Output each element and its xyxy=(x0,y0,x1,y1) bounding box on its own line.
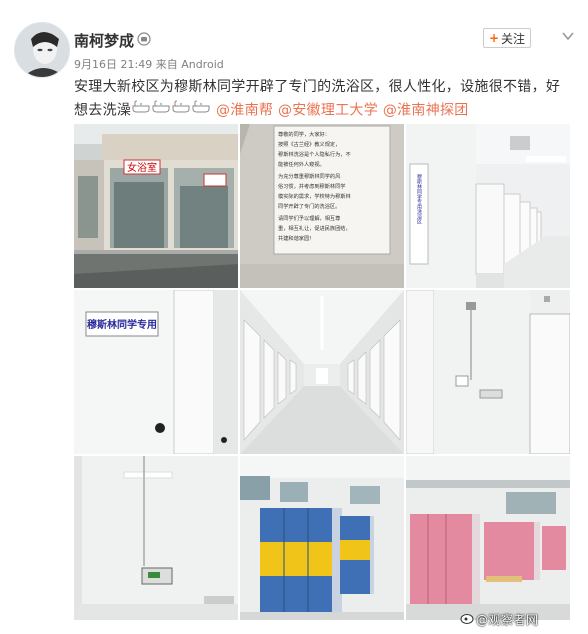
follow-label: 关注 xyxy=(501,31,526,46)
mention-tag-1[interactable]: @淮南帮 xyxy=(216,103,273,119)
svg-text:俗习惯，并考虑到穆斯林同学: 俗习惯，并考虑到穆斯林同学 xyxy=(278,182,345,190)
svg-text:共建和谐家园！: 共建和谐家园！ xyxy=(278,234,314,242)
photo-7[interactable] xyxy=(74,456,238,620)
vip-icon xyxy=(137,32,151,46)
post-meta: 9月16日 21:49 来自 Android xyxy=(74,56,224,72)
svg-text:为充分尊重穆斯林同学的风: 为充分尊重穆斯林同学的风 xyxy=(278,172,341,180)
plus-icon: + xyxy=(488,31,500,45)
post-time[interactable]: 9月16日 21:49 xyxy=(74,58,152,71)
photo-4[interactable]: 穆斯林同学专用 xyxy=(74,290,238,454)
photo-9[interactable] xyxy=(406,456,570,620)
source-prefix: 来自 xyxy=(155,58,178,71)
post-text: 安理大新校区为穆斯林同学开辟了专门的洗浴区，很人性化，设施很不错，好想去洗澡 @… xyxy=(74,76,574,123)
username[interactable]: 南柯梦成 xyxy=(74,30,134,51)
mention-tag-2[interactable]: @安徽理工大学 xyxy=(278,103,378,119)
bathtub-icon xyxy=(152,99,170,122)
avatar[interactable] xyxy=(14,22,70,78)
photo-3[interactable]: 穆斯林同学专用洗浴区 xyxy=(406,124,570,288)
bathtub-icon xyxy=(132,99,150,122)
svg-text:穆斯林洗浴是个人隐私行为，不: 穆斯林洗浴是个人隐私行为，不 xyxy=(278,150,351,158)
chevron-down-icon[interactable] xyxy=(560,30,576,42)
follow-button[interactable]: + 关注 xyxy=(483,28,531,48)
photo-5[interactable] xyxy=(240,290,404,454)
svg-text:同学开辟了专门的洗浴区。: 同学开辟了专门的洗浴区。 xyxy=(278,202,340,210)
photo-2[interactable]: 尊敬的同学，大家好： 按照《古兰经》教义规定， 穆斯林洗浴是个人隐私行为，不 能… xyxy=(240,124,404,288)
bathtub-icon xyxy=(192,99,210,122)
svg-text:能被任何外人窥视。: 能被任何外人窥视。 xyxy=(278,160,325,168)
svg-text:尊敬的同学，大家好：: 尊敬的同学，大家好： xyxy=(278,130,330,138)
weibo-logo-icon xyxy=(460,614,474,624)
muslim-bath-sign: 穆斯林同学专用洗浴区 xyxy=(416,173,422,224)
muslim-only-sign: 穆斯林同学专用 xyxy=(87,318,157,331)
photo-1[interactable]: 女浴室 xyxy=(74,124,238,288)
mention-tag-3[interactable]: @淮南神探团 xyxy=(383,103,469,119)
svg-text:模实际的需求，学校特为穆斯林: 模实际的需求，学校特为穆斯林 xyxy=(278,192,351,200)
svg-text:重，相互礼让，促进民族团结，: 重，相互礼让，促进民族团结， xyxy=(278,224,351,232)
photo-6[interactable] xyxy=(406,290,570,454)
svg-text:请同学们予以理解，相互尊: 请同学们予以理解，相互尊 xyxy=(278,214,340,222)
photo-8[interactable] xyxy=(240,456,404,620)
svg-text:按照《古兰经》教义规定，: 按照《古兰经》教义规定， xyxy=(278,140,340,148)
bathtub-icon xyxy=(172,99,190,122)
post-source[interactable]: Android xyxy=(181,58,224,71)
sign-women-bath: 女浴室 xyxy=(127,161,157,174)
watermark: @观察者网 xyxy=(476,613,539,627)
weibo-post: 南柯梦成 9月16日 21:49 来自 Android + 关注 安理大新校区为… xyxy=(0,0,588,634)
